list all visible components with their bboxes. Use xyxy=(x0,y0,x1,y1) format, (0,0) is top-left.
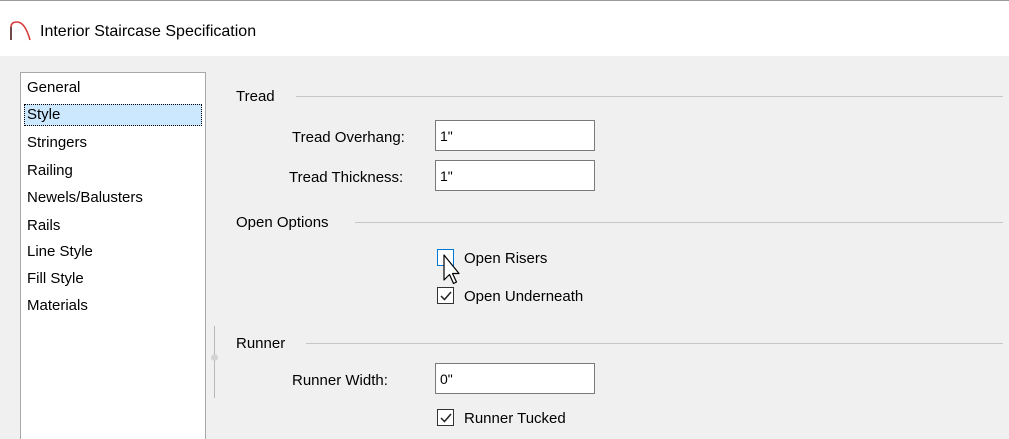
runner-group-label: Runner xyxy=(236,335,286,352)
category-list[interactable]: General Style Stringers Railing Newels/B… xyxy=(20,72,206,439)
tread-thickness-label: Tread Thickness: xyxy=(289,169,404,186)
open-risers-label[interactable]: Open Risers xyxy=(464,250,547,267)
checkmark-icon xyxy=(440,413,452,423)
sidebar-item-style[interactable]: Style xyxy=(24,104,202,126)
sidebar-item-materials[interactable]: Materials xyxy=(24,295,91,317)
sidebar-item-fill-style[interactable]: Fill Style xyxy=(24,268,87,290)
sidebar-item-railing[interactable]: Railing xyxy=(24,160,76,182)
sidebar-item-stringers[interactable]: Stringers xyxy=(24,132,90,154)
mouse-pointer-icon xyxy=(443,254,460,285)
runner-tucked-checkbox[interactable] xyxy=(437,409,454,426)
open-options-group-label: Open Options xyxy=(236,214,329,231)
open-underneath-label[interactable]: Open Underneath xyxy=(464,288,583,305)
staircase-arch-icon xyxy=(10,21,31,41)
runner-tucked-label[interactable]: Runner Tucked xyxy=(464,410,566,427)
panel-splitter[interactable] xyxy=(214,326,215,398)
runner-width-label: Runner Width: xyxy=(292,372,388,389)
tread-thickness-input[interactable] xyxy=(435,160,595,191)
title-bar: Interior Staircase Specification xyxy=(0,0,1009,56)
sidebar-item-newels-balusters[interactable]: Newels/Balusters xyxy=(24,187,146,209)
sidebar-item-rails[interactable]: Rails xyxy=(24,215,63,237)
open-options-group-divider xyxy=(355,222,1003,223)
runner-group-divider xyxy=(306,343,1003,344)
window-title: Interior Staircase Specification xyxy=(40,23,257,40)
tread-overhang-input[interactable] xyxy=(435,120,595,151)
tread-overhang-label: Tread Overhang: xyxy=(292,129,405,146)
tread-group-label: Tread xyxy=(236,88,275,105)
runner-width-input[interactable] xyxy=(435,363,595,394)
sidebar-item-general[interactable]: General xyxy=(24,77,83,99)
splitter-grip[interactable] xyxy=(211,354,218,361)
tread-group-divider xyxy=(296,96,1003,97)
sidebar-item-line-style[interactable]: Line Style xyxy=(24,241,96,263)
